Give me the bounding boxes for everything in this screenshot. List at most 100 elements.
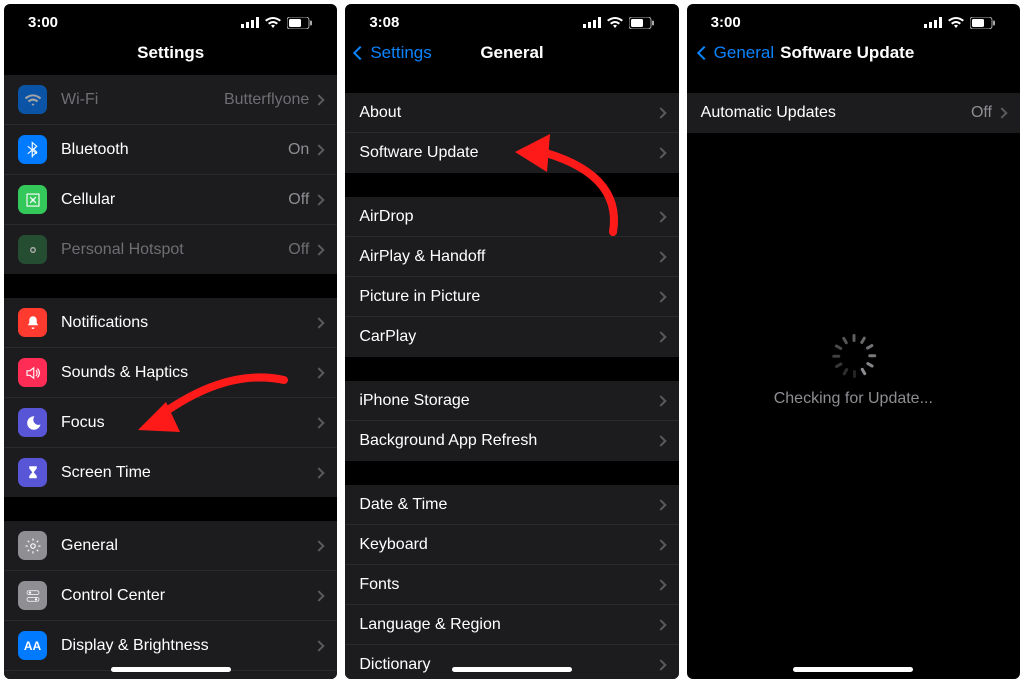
settings-row-airdrop[interactable]: AirDrop [345,197,678,237]
signal-icon [241,17,259,28]
settings-row-iphone-storage[interactable]: iPhone Storage [345,381,678,421]
chevron-right-icon [996,107,1007,118]
settings-screen: 3:00 Settings Wi-FiButterflyoneBluetooth… [4,4,337,679]
settings-row-cellular[interactable]: CellularOff [4,175,337,225]
settings-row-bluetooth[interactable]: BluetoothOn [4,125,337,175]
home-indicator[interactable] [111,667,231,672]
settings-list[interactable]: Wi-FiButterflyoneBluetoothOnCellularOffP… [4,75,337,679]
status-icons [583,17,655,29]
settings-row-fonts[interactable]: Fonts [345,565,678,605]
row-label: Control Center [61,587,315,605]
row-label: Bluetooth [61,141,288,159]
nav-bar: Settings [4,35,337,75]
settings-row-keyboard[interactable]: Keyboard [345,525,678,565]
general-list[interactable]: About Software Update AirDrop AirPlay & Ha… [345,93,678,679]
settings-row-sounds-haptics[interactable]: Sounds & Haptics [4,348,337,398]
settings-row-dictionary[interactable]: Dictionary [345,645,678,679]
chevron-right-icon [655,331,666,342]
chevron-right-icon [314,317,325,328]
settings-row-background-app-refresh[interactable]: Background App Refresh [345,421,678,461]
settings-row-about[interactable]: About [345,93,678,133]
chevron-right-icon [314,194,325,205]
chevron-right-icon [314,590,325,601]
row-value: Off [971,104,992,122]
settings-row-software-update[interactable]: Software Update [345,133,678,173]
page-title: General [480,43,543,63]
row-label: Picture in Picture [359,288,656,306]
wifi-icon [607,17,623,29]
settings-row-notifications[interactable]: Notifications [4,298,337,348]
software-update-list: Automatic Updates Off Checking for Updat… [687,93,1020,679]
page-title: Software Update [780,43,914,63]
settings-row-carplay[interactable]: CarPlay [345,317,678,357]
row-label: Software Update [359,144,656,162]
row-value: Butterflyone [224,91,309,109]
row-label: Language & Region [359,616,656,634]
row-label: AirPlay & Handoff [359,248,656,266]
row-label: Keyboard [359,536,656,554]
settings-row-general[interactable]: General [4,521,337,571]
settings-row-language-region[interactable]: Language & Region [345,605,678,645]
row-label: Fonts [359,576,656,594]
back-button[interactable]: Settings [355,43,431,63]
wifi-icon [18,85,47,114]
settings-row-airplay-handoff[interactable]: AirPlay & Handoff [345,237,678,277]
home-indicator[interactable] [452,667,572,672]
moon-icon [18,408,47,437]
row-label: Focus [61,414,315,432]
chevron-right-icon [655,395,666,406]
row-label: Display & Brightness [61,637,315,655]
chevron-right-icon [314,417,325,428]
status-icons [241,17,313,29]
row-value: Off [288,191,309,209]
settings-row-control-center[interactable]: Control Center [4,571,337,621]
back-label: Settings [370,43,431,63]
row-value: On [288,141,309,159]
nav-bar: General Software Update [687,35,1020,75]
link-icon [18,235,47,264]
automatic-updates-row[interactable]: Automatic Updates Off [687,93,1020,133]
back-label: General [714,43,774,63]
cell-icon [18,185,47,214]
wifi-icon [265,17,281,29]
settings-row-display-brightness[interactable]: AADisplay & Brightness [4,621,337,671]
signal-icon [583,17,601,28]
settings-row-screen-time[interactable]: Screen Time [4,448,337,497]
chevron-right-icon [655,107,666,118]
status-icons [924,17,996,29]
software-update-screen: 3:00 General Software Update Automatic U… [687,4,1020,679]
chevron-right-icon [314,467,325,478]
chevron-right-icon [314,244,325,255]
row-label: AirDrop [359,208,656,226]
wifi-icon [948,17,964,29]
row-label: Screen Time [61,464,315,482]
row-label: Background App Refresh [359,432,656,450]
status-time: 3:00 [711,14,741,31]
home-indicator[interactable] [793,667,913,672]
general-screen: 3:08 Settings General About Software Upda… [345,4,678,679]
settings-row-picture-in-picture[interactable]: Picture in Picture [345,277,678,317]
battery-icon [287,17,313,29]
gear-icon [18,531,47,560]
settings-row-home-screen[interactable]: Home Screen [4,671,337,679]
row-value: Off [288,241,309,259]
status-time: 3:00 [28,14,58,31]
row-label: Wi-Fi [61,91,224,109]
settings-row-focus[interactable]: Focus [4,398,337,448]
chevron-right-icon [655,659,666,670]
row-label: About [359,104,656,122]
status-bar: 3:00 [687,4,1020,35]
chevron-right-icon [655,619,666,630]
row-label: Personal Hotspot [61,241,288,259]
battery-icon [970,17,996,29]
chevron-right-icon [314,94,325,105]
settings-row-date-time[interactable]: Date & Time [345,485,678,525]
chevron-right-icon [655,435,666,446]
bt-icon [18,135,47,164]
back-button[interactable]: General [699,43,774,63]
row-label: Automatic Updates [701,104,971,122]
settings-row-personal-hotspot[interactable]: Personal HotspotOff [4,225,337,274]
settings-row-wi-fi[interactable]: Wi-FiButterflyone [4,75,337,125]
chevron-right-icon [314,144,325,155]
status-bar: 3:08 [345,4,678,35]
